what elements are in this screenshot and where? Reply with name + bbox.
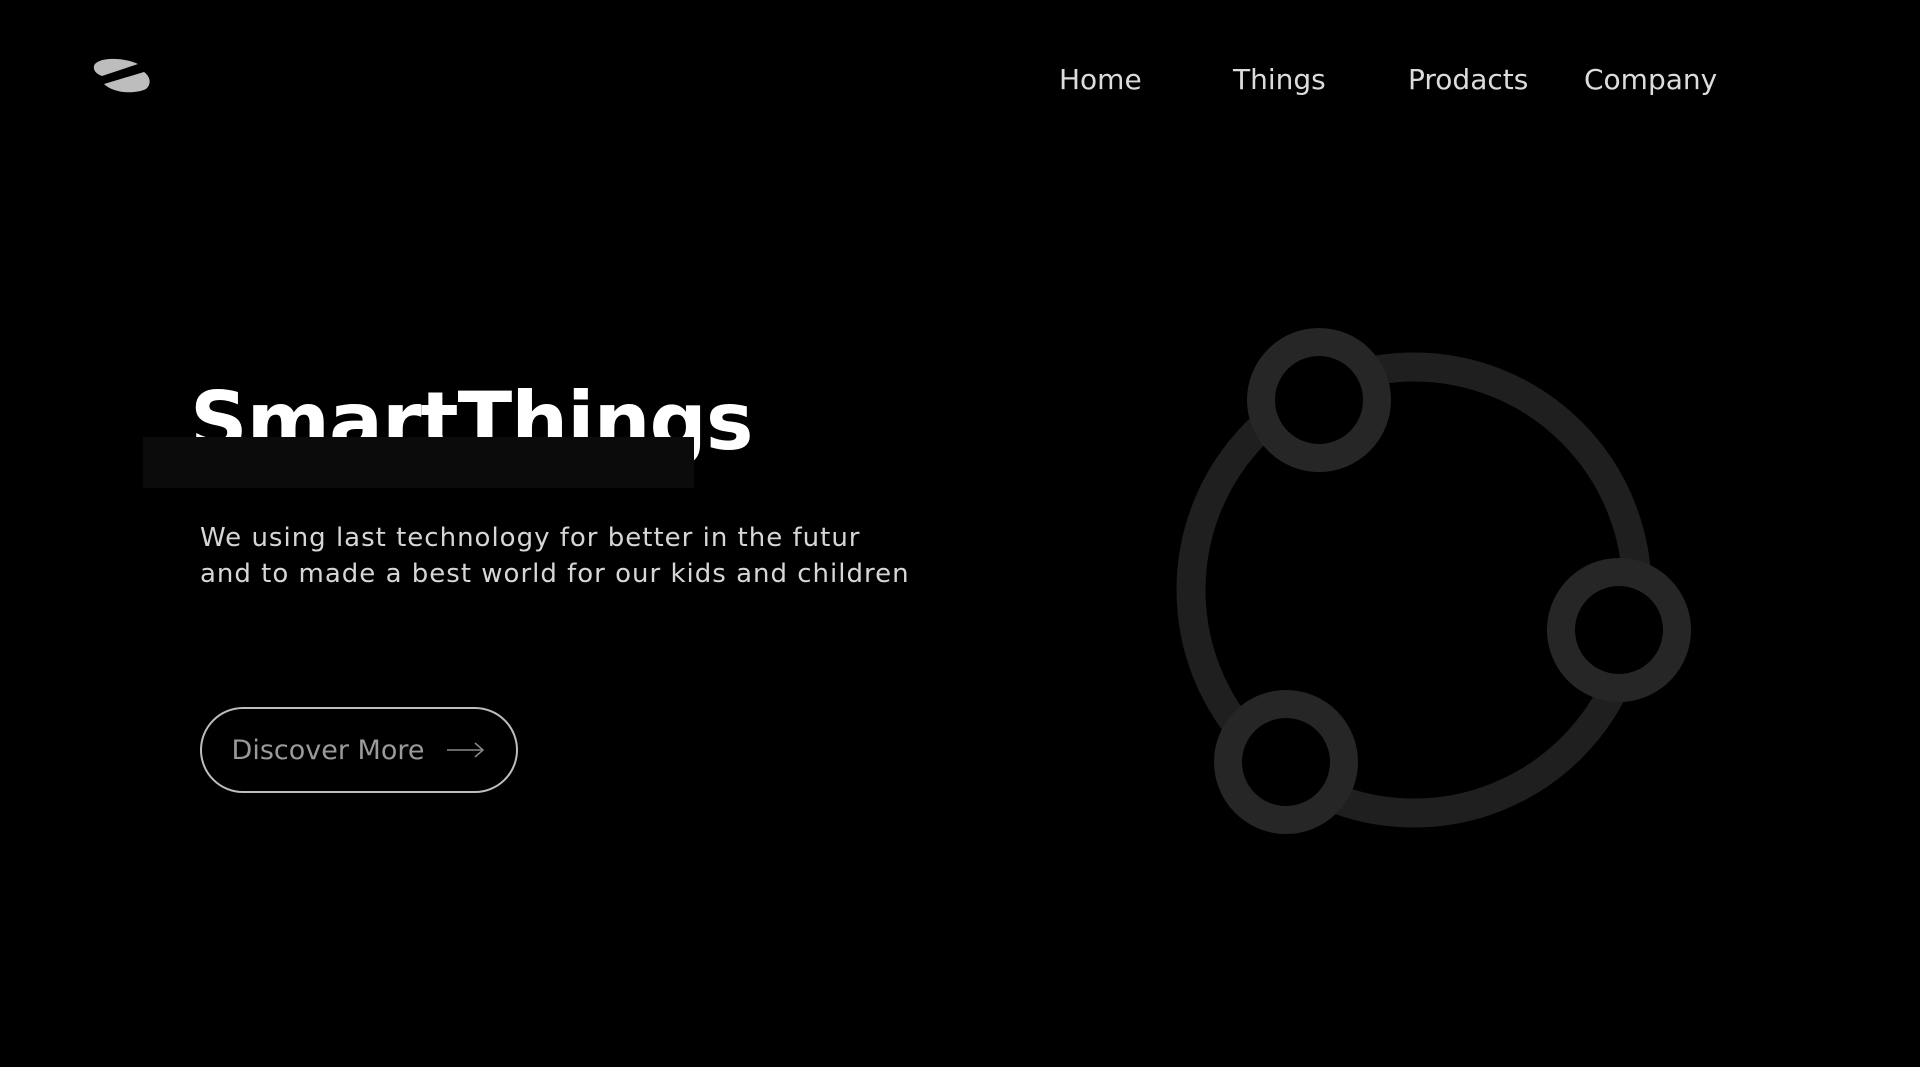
discover-more-label: Discover More	[231, 734, 425, 766]
hero-graphic	[1160, 310, 1720, 870]
title-highlight-bar	[143, 437, 694, 488]
discover-more-button[interactable]: Discover More	[200, 707, 518, 793]
nav-home[interactable]: Home	[1059, 60, 1142, 100]
hero-subtitle-line-2: and to made a best world for our kids an…	[200, 559, 910, 589]
connected-nodes-icon	[1176, 328, 1691, 834]
nav-products[interactable]: Prodacts	[1408, 60, 1528, 100]
hero-subtitle: We using last technology for better in t…	[200, 520, 920, 592]
nav-things[interactable]: Things	[1233, 60, 1326, 100]
hero-subtitle-line-1: We using last technology for better in t…	[200, 523, 861, 553]
nav-company[interactable]: Company	[1584, 60, 1717, 100]
main-nav: Home Things Prodacts Company	[0, 60, 1920, 100]
arrow-right-icon	[447, 742, 485, 758]
